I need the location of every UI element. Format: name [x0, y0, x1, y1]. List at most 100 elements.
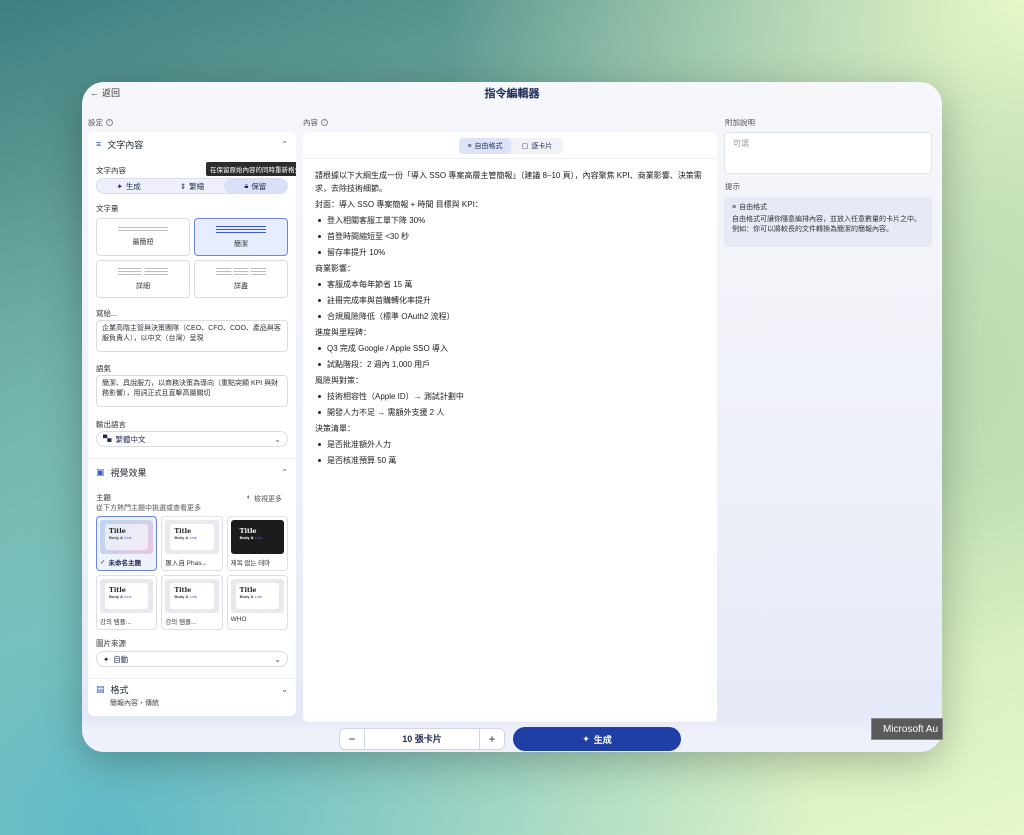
- sparkle-icon: ✦: [582, 733, 590, 744]
- image-frame-icon: ▣: [96, 466, 105, 477]
- info-icon: i: [321, 119, 328, 126]
- hint-title-text: 自由格式: [739, 204, 768, 211]
- divider: [88, 678, 296, 679]
- thumb-link: Link: [124, 535, 132, 540]
- text-lines-icon: ≡: [732, 204, 737, 211]
- thumb-title: Title: [109, 586, 126, 594]
- list-item: 登入相關客服工單下降 30%: [315, 214, 705, 227]
- lines-icon: [118, 267, 168, 276]
- thumb-title: Title: [174, 527, 192, 535]
- taskbar-tooltip: Microsoft Au: [871, 718, 943, 740]
- text-card-header[interactable]: ≡ 文字內容 ⌃: [88, 132, 296, 156]
- list-item: 註冊完成率與首購轉化率提升: [315, 294, 705, 307]
- mode-label: 生成: [125, 181, 141, 191]
- amount-label-text: 簡潔: [234, 240, 248, 248]
- thumb-body-text: Body &: [109, 594, 123, 599]
- generate-label: 生成: [593, 734, 612, 745]
- hint-label: 提示: [725, 182, 740, 191]
- additional-notes-input[interactable]: 可選: [724, 132, 932, 174]
- bullet-list: 客服成本每年節省 15 萬 註冊完成率與首購轉化率提升 合規風險降低（標準 OA…: [315, 278, 705, 323]
- output-language-label: 輸出語言: [96, 420, 126, 429]
- theme-card[interactable]: Title Body & Link WHO: [226, 575, 288, 630]
- thumb-link: Link: [124, 594, 132, 599]
- output-language-select[interactable]: ▀▄ 繁體中文 ⌄: [96, 431, 288, 447]
- list-item: 客服成本每年節省 15 萬: [315, 278, 705, 291]
- audience-field[interactable]: 企業高階主管與決策團隊（CEO、CFO、COO、產品與客服負責人），以中文（台灣…: [96, 320, 288, 352]
- lines-icon: [216, 267, 266, 276]
- thumb-body-text: Body &: [239, 535, 254, 540]
- theme-card[interactable]: Title Body & Link 제목 없는 테마: [226, 516, 288, 571]
- bullet-list: 技術相容性（Apple ID）→ 測試計劃中 開發人力不足 → 需額外支援 2 …: [315, 390, 705, 419]
- content-mode-tabs: ≡ 自由格式 ▢ 逐卡片: [459, 138, 563, 154]
- theme-card[interactable]: Title Body & Link 강의 템플...: [161, 575, 223, 630]
- thumb-link: Link: [254, 535, 263, 540]
- theme-thumbnail: Title Body & Link: [230, 520, 284, 554]
- mode-preserve-button[interactable]: 🔒︎ 保留: [223, 179, 287, 193]
- theme-thumbnail: Title Body & Link: [165, 520, 219, 554]
- theme-name: ✓ 未命名主題: [100, 557, 153, 567]
- thumb-title: Title: [109, 527, 126, 535]
- amount-grid: 最簡短 簡潔 詳細 詳盡: [96, 218, 288, 298]
- amount-shortest[interactable]: 最簡短: [96, 218, 190, 256]
- notes-label: 附加說明: [725, 118, 755, 127]
- generate-button[interactable]: ✦ 生成: [513, 727, 681, 751]
- list-item: 合規風險降低（標準 OAuth2 流程）: [315, 310, 705, 323]
- theme-name: WHO: [230, 616, 247, 623]
- decrease-button[interactable]: −: [340, 728, 364, 750]
- chevron-down-icon[interactable]: ⌄: [281, 685, 288, 694]
- thumb-body: Body & Link: [174, 594, 209, 599]
- theme-name: 匯入自 Phas...: [165, 560, 207, 567]
- format-card-header[interactable]: ▤ 格式 ⌄: [88, 682, 296, 696]
- amount-extensive[interactable]: 詳盡: [194, 260, 288, 298]
- thumb-link: Link: [254, 594, 263, 599]
- lines-icon: [216, 225, 266, 234]
- title-bar: ← 返回 指令編輯器: [82, 82, 942, 104]
- image-source-value: 自動: [113, 654, 129, 664]
- content-editor[interactable]: ≡ 自由格式 ▢ 逐卡片 請根據以下大綱生成一份「導入 SSO 專案高層主管簡報」（…: [303, 132, 717, 722]
- thumb-body: Body & Link: [109, 535, 144, 540]
- tab-card-by-card[interactable]: ▢ 逐卡片: [511, 138, 563, 154]
- sparkle-icon: ✦: [103, 654, 110, 664]
- thumb-body-text: Body &: [109, 535, 123, 540]
- info-icon: i: [106, 119, 113, 126]
- list-item: 是否批准額外人力: [315, 438, 705, 451]
- thumb-title: Title: [174, 586, 192, 594]
- amount-concise[interactable]: 簡潔: [194, 218, 288, 256]
- chevron-up-icon[interactable]: ⌃: [281, 140, 288, 149]
- palette-icon: ◐: [246, 494, 251, 501]
- theme-card[interactable]: Title Body & Link 匯入自 Phas...: [161, 516, 223, 571]
- tone-field[interactable]: 簡潔、具說服力，以商務決策為導向（重點突顯 KPI 與財務影響），用詞正式且直擊…: [96, 375, 288, 407]
- card-count-value[interactable]: 10 張卡片: [364, 728, 480, 750]
- amount-detailed[interactable]: 詳細: [96, 260, 190, 298]
- output-language-value: 繁體中文: [115, 434, 146, 444]
- tab-freeform[interactable]: ≡ 自由格式: [459, 138, 511, 154]
- image-source-select[interactable]: ✦ 自動 ⌄: [96, 651, 288, 667]
- amount-label-text: 詳盡: [234, 282, 248, 290]
- list-item: 開發人力不足 → 需額外支援 2 人: [315, 406, 705, 419]
- list-item: 首登時間縮短至 <30 秒: [315, 230, 705, 243]
- prompt-text[interactable]: 請根據以下大綱生成一份「導入 SSO 專案高層主管簡報」（建議 8–10 頁），…: [315, 169, 705, 470]
- section-heading: 封面：導入 SSO 專案簡報 + 時間 目標與 KPI：: [315, 200, 483, 209]
- mode-condense-button[interactable]: ⇕ 繁縮: [160, 179, 223, 193]
- list-item: 試點階段：2 週內 1,000 用戶: [315, 358, 705, 371]
- hint-body: 自由格式可讓你隨意編排內容，並放入任意數量的卡片之中。例如：你可以將較長的文件轉…: [732, 216, 921, 233]
- card-count-stepper: − 10 張卡片 +: [339, 728, 505, 750]
- see-more-button[interactable]: ◐ 檢視更多: [247, 494, 282, 504]
- list-item: 是否核准預算 50 萬: [315, 454, 705, 467]
- theme-card[interactable]: Title Body & Link ✓ 未命名主題: [96, 516, 158, 571]
- check-icon: ✓: [100, 559, 106, 566]
- theme-card[interactable]: Title Body & Link 강의 템플...: [96, 575, 158, 630]
- mode-generate-button[interactable]: ✦ 生成: [97, 179, 160, 193]
- tone-label: 語氣: [96, 364, 111, 373]
- layout-icon: ▤: [96, 683, 105, 694]
- text-lines-icon: ≡: [96, 139, 102, 149]
- thumb-body: Body & Link: [174, 535, 209, 540]
- card-icon: ▢: [521, 143, 529, 150]
- mode-label: 繁縮: [189, 181, 205, 191]
- visual-card-header[interactable]: ▣ 視覺效果 ⌃: [88, 460, 296, 484]
- increase-button[interactable]: +: [480, 728, 504, 750]
- divider: [303, 158, 717, 159]
- theme-name-text: 未命名主題: [108, 560, 141, 567]
- chevron-up-icon[interactable]: ⌃: [281, 468, 288, 477]
- thumb-link: Link: [189, 535, 197, 540]
